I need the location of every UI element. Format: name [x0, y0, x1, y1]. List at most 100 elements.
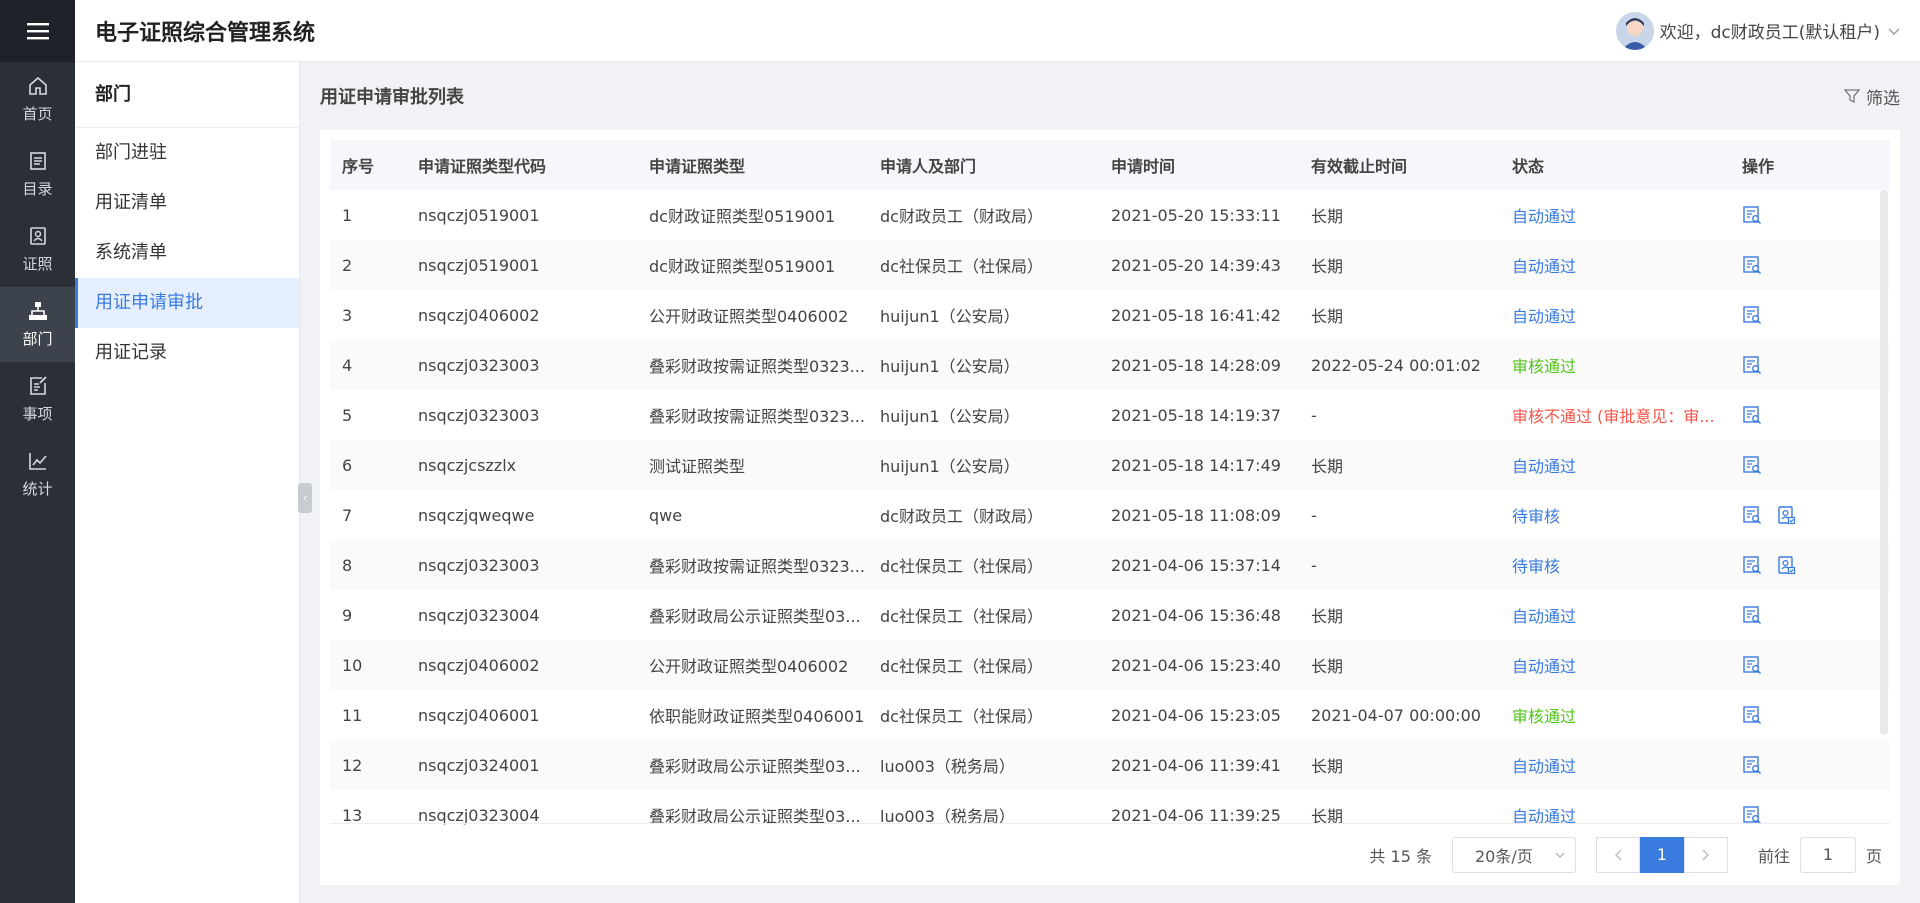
cell-time: 2021-04-06 15:23:40	[1099, 640, 1299, 690]
cell-applicant: huijun1（公安局）	[868, 440, 1099, 490]
view-detail-icon[interactable]	[1742, 605, 1762, 625]
table-row: 8 nsqczj0323003 叠彩财政按需证照类型0323... dc社保员工（社保…	[330, 540, 1890, 590]
cell-actions	[1730, 590, 1890, 640]
subnav-item-0[interactable]: 部门进驻	[75, 128, 299, 178]
cell-time: 2021-04-06 11:39:41	[1099, 740, 1299, 790]
table-row: 11 nsqczj0406001 依职能财政证照类型0406001 dc社保员工（社保…	[330, 690, 1890, 740]
cell-type: 依职能财政证照类型0406001	[649, 707, 865, 726]
table-scrollbar[interactable]	[1880, 190, 1888, 735]
table-panel: 序号 申请证照类型代码 申请证照类型 申请人及部门 申请时间 有效截止时间 状态 操作 1 ns…	[320, 130, 1900, 885]
cell-expire: 长期	[1311, 207, 1344, 226]
cell-actions	[1730, 340, 1890, 390]
table-row: 12 nsqczj0324001 叠彩财政局公示证照类型03... luo003（税务…	[330, 740, 1890, 790]
cell-code: nsqczj0323003	[406, 540, 637, 590]
cell-status: 待审核	[1500, 540, 1730, 590]
cell-time: 2021-04-06 15:23:05	[1111, 705, 1281, 725]
cell-expire: -	[1311, 405, 1317, 425]
goto-prefix: 前往	[1757, 846, 1790, 866]
sub-sidebar: 部门 部门进驻 用证清单 系统清单 用证申请审批 用证记录	[75, 62, 300, 903]
audit-icon[interactable]	[1776, 505, 1796, 525]
cell-applicant: dc财政员工（财政局）	[880, 507, 1043, 526]
view-detail-icon[interactable]	[1742, 255, 1762, 275]
view-detail-icon[interactable]	[1742, 305, 1762, 325]
nav-item-0[interactable]: 首页	[0, 62, 75, 137]
audit-icon[interactable]	[1776, 555, 1796, 575]
subnav-item-3[interactable]: 用证申请审批	[75, 278, 299, 328]
top-header: 电子证照综合管理系统 欢迎，dc财政员工(默认租户)	[75, 0, 1920, 62]
subnav-item-4[interactable]: 用证记录	[75, 328, 299, 378]
cell-no: 9	[342, 605, 353, 625]
view-detail-icon[interactable]	[1742, 405, 1762, 425]
view-detail-icon[interactable]	[1742, 455, 1762, 475]
cell-time: 2021-05-18 14:17:49	[1099, 440, 1299, 490]
cell-time: 2021-05-18 14:28:09	[1099, 340, 1299, 390]
nav-item-5[interactable]: 统计	[0, 437, 75, 512]
column-header: 申请证照类型代码	[406, 140, 637, 190]
table-row: 10 nsqczj0406002 公开财政证照类型0406002 dc社保员工（社保局…	[330, 640, 1890, 690]
subnav-item-1[interactable]: 用证清单	[75, 178, 299, 228]
filter-icon	[1844, 89, 1860, 104]
view-detail-icon[interactable]	[1742, 355, 1762, 375]
cell-type: 公开财政证照类型0406002	[637, 640, 868, 690]
cell-code: nsqczj0519001	[418, 205, 540, 225]
cell-type: 叠彩财政按需证照类型0323...	[637, 540, 868, 590]
cell-no: 5	[342, 405, 353, 425]
filter-button[interactable]: 筛选	[1844, 84, 1900, 109]
goto-page-input[interactable]	[1799, 836, 1856, 873]
table-row: 4 nsqczj0323003 叠彩财政按需证照类型0323... huijun1（公…	[330, 340, 1890, 390]
cell-no: 8	[330, 540, 406, 590]
cell-status: 审核通过	[1512, 707, 1577, 726]
column-header: 有效截止时间	[1299, 140, 1500, 190]
cell-code: nsqczjqweqwe	[418, 505, 535, 525]
table-row: 6 nsqczjcszzlx 测试证照类型 huijun1（公安局） 2021-05-1…	[330, 440, 1890, 490]
cell-type: 叠彩财政按需证照类型0323...	[637, 340, 868, 390]
nav-item-2[interactable]: 证照	[0, 212, 75, 287]
cell-applicant: dc财政员工（财政局）	[880, 207, 1043, 226]
view-detail-icon[interactable]	[1742, 205, 1762, 225]
table-row: 5 nsqczj0323003 叠彩财政按需证照类型0323... huijun1（公…	[330, 390, 1890, 440]
hamburger-menu-icon[interactable]	[0, 0, 75, 62]
cell-no: 2	[330, 240, 406, 290]
cell-expire: 长期	[1299, 640, 1500, 690]
chevron-down-icon	[1555, 852, 1565, 858]
page-size-select[interactable]: 20条/页	[1451, 836, 1576, 873]
column-header: 申请人及部门	[868, 140, 1099, 190]
table-row: 3 nsqczj0406002 公开财政证照类型0406002 huijun1（公安局…	[330, 290, 1890, 340]
subnav-item-2[interactable]: 系统清单	[75, 228, 299, 278]
cell-expire: 长期	[1299, 240, 1500, 290]
cell-expire: 长期	[1311, 607, 1344, 626]
table-row: 1 nsqczj0519001 dc财政证照类型0519001 dc财政员工（财政局）…	[330, 190, 1890, 240]
cell-code: nsqczj0323003	[406, 340, 637, 390]
nav-item-label: 部门	[22, 330, 53, 348]
prev-page-button[interactable]	[1595, 836, 1640, 873]
cell-status: 自动通过	[1500, 640, 1730, 690]
cell-actions	[1730, 490, 1890, 540]
next-page-button[interactable]	[1683, 836, 1728, 873]
approval-table: 序号 申请证照类型代码 申请证照类型 申请人及部门 申请时间 有效截止时间 状态 操作 1 ns…	[330, 140, 1890, 840]
user-menu[interactable]: 欢迎，dc财政员工(默认租户)	[1615, 11, 1900, 50]
cell-expire: 2022-05-24 00:01:02	[1299, 340, 1500, 390]
nav-item-1[interactable]: 目录	[0, 137, 75, 212]
view-detail-icon[interactable]	[1742, 705, 1762, 725]
cell-code: nsqczj0323003	[418, 405, 540, 425]
nav-item-3[interactable]: 部门	[0, 287, 75, 362]
view-detail-icon[interactable]	[1742, 505, 1762, 525]
view-detail-icon[interactable]	[1742, 755, 1762, 775]
view-detail-icon[interactable]	[1742, 555, 1762, 575]
column-header: 操作	[1730, 140, 1890, 190]
page-number-current[interactable]: 1	[1639, 836, 1684, 873]
page-size-value: 20条/页	[1474, 846, 1533, 866]
app-title: 电子证照综合管理系统	[95, 20, 316, 46]
cell-no: 7	[342, 505, 353, 525]
table-row: 7 nsqczjqweqwe qwe dc财政员工（财政局） 2021-05-18 11…	[330, 490, 1890, 540]
cell-no: 4	[330, 340, 406, 390]
cell-time: 2021-04-06 15:36:48	[1111, 605, 1281, 625]
view-detail-icon[interactable]	[1742, 655, 1762, 675]
column-header: 序号	[330, 140, 406, 190]
cell-type: qwe	[649, 505, 683, 525]
cell-actions	[1730, 190, 1890, 240]
cell-code: nsqczj0323004	[418, 605, 540, 625]
cell-actions	[1730, 690, 1890, 740]
cell-applicant: huijun1（公安局）	[868, 340, 1099, 390]
nav-item-4[interactable]: 事项	[0, 362, 75, 437]
